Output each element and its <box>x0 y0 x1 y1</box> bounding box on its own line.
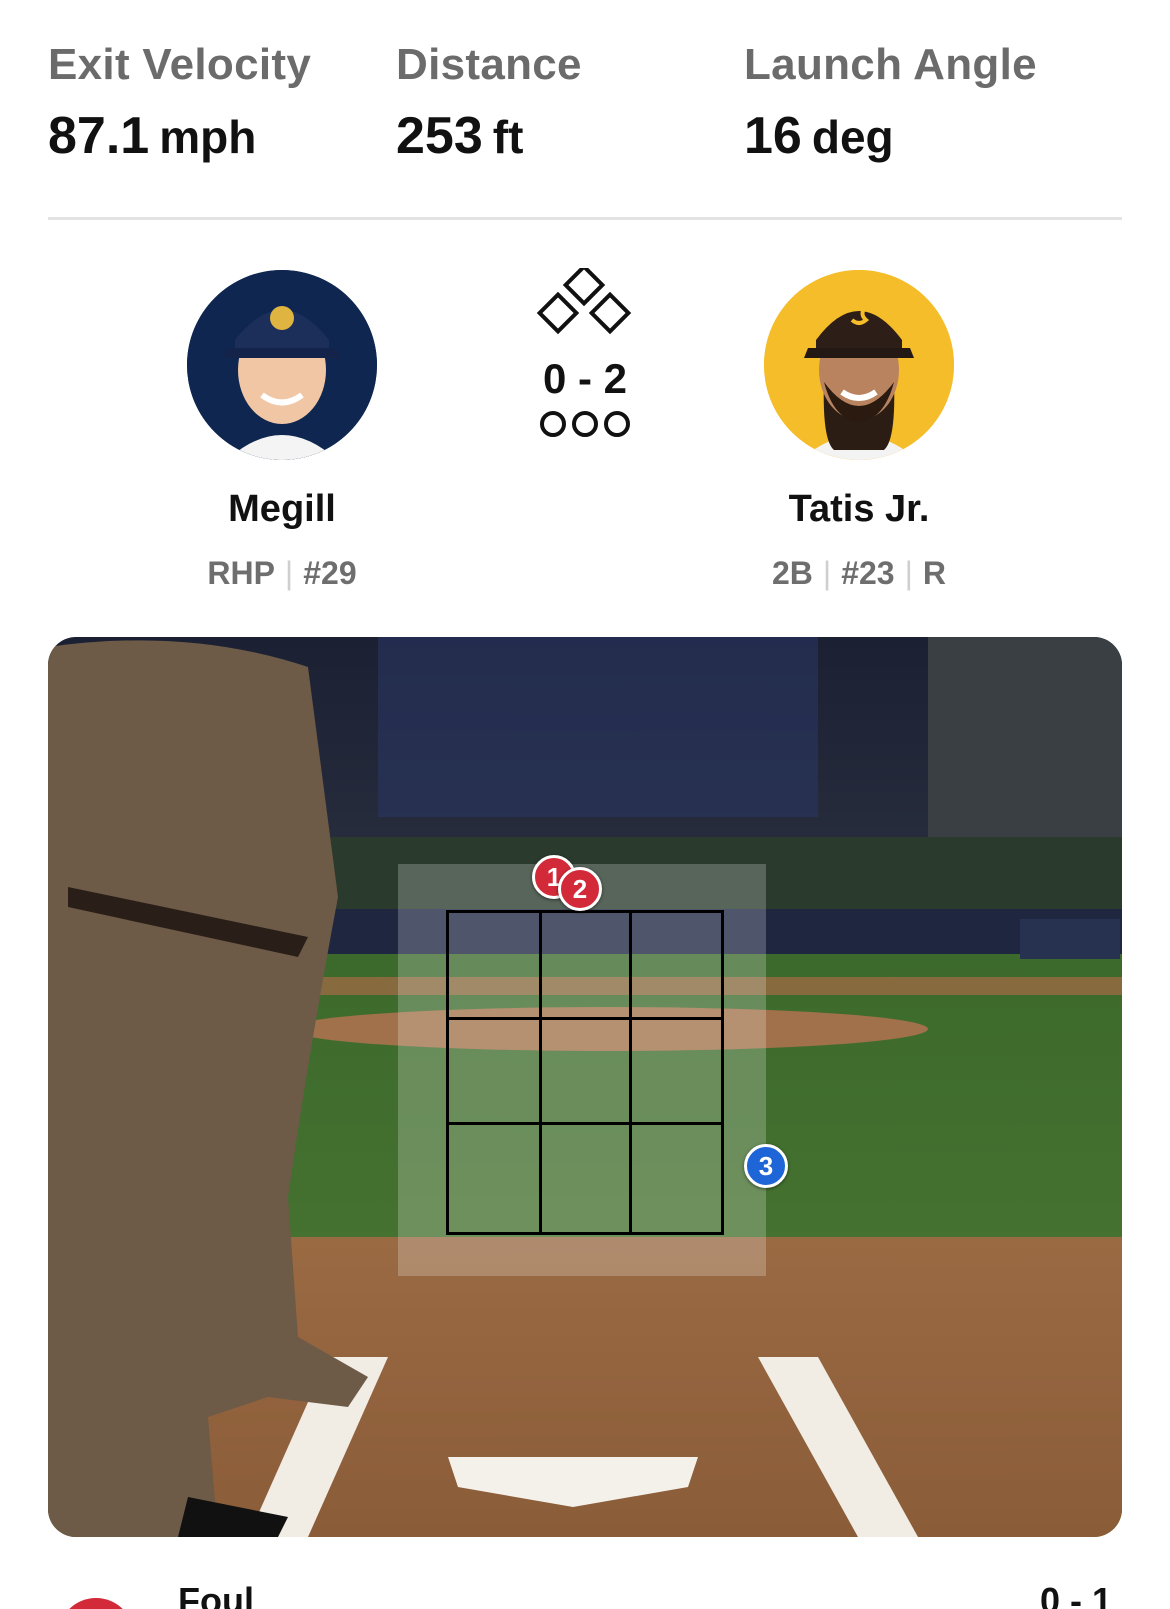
outs-indicator <box>530 411 640 437</box>
pitch-result-count: 0 - 1 <box>1039 1580 1112 1609</box>
stat-distance: Distance 253 ft <box>396 40 582 166</box>
pitch-result-icon <box>58 1598 134 1609</box>
pitch-marker[interactable]: 3 <box>744 1144 788 1188</box>
stat-label: Launch Angle <box>744 40 1037 89</box>
batter-avatar <box>764 270 954 460</box>
stat-launch-angle: Launch Angle 16 deg <box>744 40 1037 166</box>
pitcher-name: Megill <box>228 488 336 530</box>
stat-label: Exit Velocity <box>48 40 312 89</box>
pitcher-meta: RHP | #29 <box>207 555 357 591</box>
hit-stats: Exit Velocity 87.1 mph Distance 253 ft Lau… <box>48 40 1122 165</box>
strike-zone <box>446 910 724 1235</box>
stat-value: 16 deg <box>744 107 894 165</box>
pitcher-avatar <box>187 270 377 460</box>
pitcher-card[interactable]: Megill RHP | #29 <box>132 270 432 592</box>
pitch-result-row[interactable]: Foul 0 - 1 <box>0 1580 1170 1609</box>
out-icon <box>604 411 630 437</box>
count-indicator: 0 - 2 <box>530 263 640 437</box>
count-text: 0 - 2 <box>542 355 628 402</box>
stat-value: 253 ft <box>396 107 524 165</box>
bases-icon <box>536 263 632 335</box>
batter-card[interactable]: Tatis Jr. 2B | #23 | R <box>709 270 1009 592</box>
batter-meta: 2B | #23 | R <box>771 555 947 591</box>
stat-exit-velocity: Exit Velocity 87.1 mph <box>48 40 311 166</box>
stat-label: Distance <box>396 40 582 89</box>
stat-value: 87.1 mph <box>48 107 257 165</box>
pitch-location-view[interactable]: 1 2 3 <box>48 637 1122 1537</box>
pitch-marker[interactable]: 2 <box>558 867 602 911</box>
pitch-result-label: Foul <box>178 1580 254 1609</box>
divider <box>48 217 1122 220</box>
out-icon <box>540 411 566 437</box>
out-icon <box>572 411 598 437</box>
batter-name: Tatis Jr. <box>788 488 930 530</box>
